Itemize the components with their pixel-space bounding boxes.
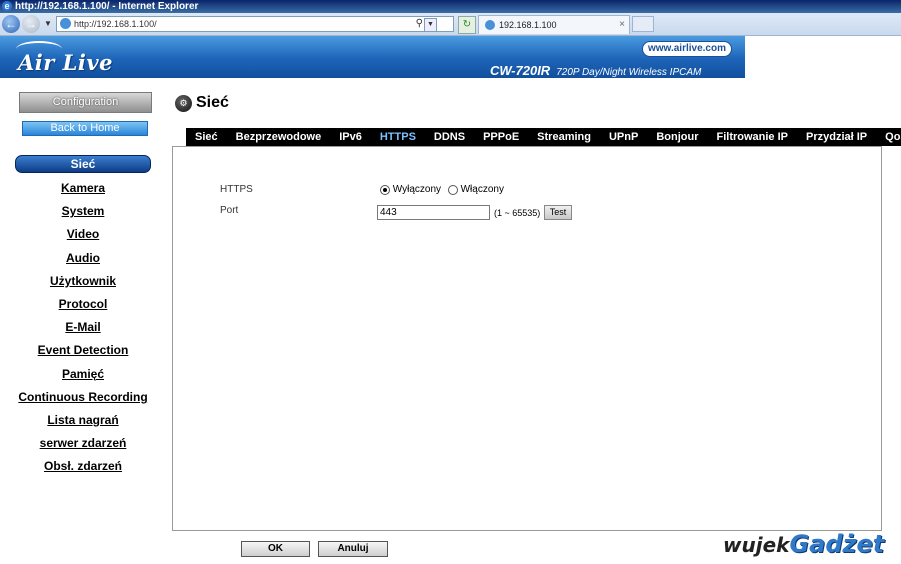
sidebar-item-pamiec[interactable]: Pamięć	[0, 363, 166, 386]
watermark-part2: Gadżet	[789, 530, 885, 558]
tab-ipv6[interactable]: IPv6	[330, 128, 371, 146]
sidebar-item-system[interactable]: System	[0, 200, 166, 223]
tab-filtrowanie-ip[interactable]: Filtrowanie IP	[707, 128, 797, 146]
https-disabled-radio[interactable]	[380, 184, 390, 195]
sidebar-item-event-detection[interactable]: Event Detection	[0, 339, 166, 362]
website-badge: www.airlive.com	[642, 41, 732, 57]
address-dropdown-icon[interactable]: ▼	[424, 18, 437, 32]
sidebar-item-uzytkownik[interactable]: Użytkownik	[0, 270, 166, 293]
search-icon[interactable]: ⚲	[416, 17, 423, 31]
watermark: wujekGadżet	[723, 530, 884, 558]
sidebar-item-obsl-zdarzen[interactable]: Obsł. zdarzeń	[0, 455, 166, 478]
tab-ddns[interactable]: DDNS	[425, 128, 474, 146]
browser-toolbar: ← → ▼ http://192.168.1.100/ ⚲ ▼ ↻ 192.16…	[0, 13, 901, 36]
refresh-icon[interactable]: ↻	[458, 16, 476, 34]
sidebar-menu: Sieć Kamera System Video Audio Użytkowni…	[0, 155, 166, 478]
https-disabled-label: Wyłączony	[392, 184, 442, 195]
https-radio-group: Wyłączony Włączony	[380, 184, 508, 195]
model-name: CW-720IR	[490, 63, 551, 78]
forward-arrow-icon[interactable]: →	[22, 15, 40, 33]
cancel-button[interactable]: Anuluj	[318, 541, 388, 557]
port-label: Port	[220, 205, 239, 216]
history-dropdown-icon[interactable]: ▼	[44, 19, 52, 28]
browser-tab[interactable]: 192.168.1.100 ×	[478, 15, 630, 34]
window-title-bar: e http://192.168.1.100/ - Internet Explor…	[0, 0, 901, 13]
sidebar-item-audio[interactable]: Audio	[0, 247, 166, 270]
https-enabled-label: Włączony	[460, 184, 504, 195]
new-tab-button[interactable]	[632, 16, 654, 32]
port-range-hint: (1 ~ 65535)	[494, 208, 541, 218]
back-arrow-icon[interactable]: ←	[2, 15, 20, 33]
address-bar[interactable]: http://192.168.1.100/ ⚲ ▼	[56, 16, 454, 32]
back-to-home-button[interactable]: Back to Home	[22, 121, 148, 136]
sidebar-item-siec[interactable]: Sieć	[15, 155, 151, 173]
page-globe-icon	[60, 18, 71, 29]
window-title: http://192.168.1.100/ - Internet Explore…	[15, 1, 199, 12]
https-settings-panel: HTTPS Wyłączony Włączony Port (1 ~ 65535…	[172, 146, 882, 531]
sidebar-item-email[interactable]: E-Mail	[0, 316, 166, 339]
sidebar-item-lista-nagran[interactable]: Lista nagrań	[0, 409, 166, 432]
internet-explorer-icon: e	[2, 1, 12, 11]
tab-bonjour[interactable]: Bonjour	[647, 128, 707, 146]
port-input[interactable]	[377, 205, 490, 220]
tab-title: 192.168.1.100	[499, 20, 557, 30]
tab-page-icon	[485, 20, 495, 30]
configuration-button[interactable]: Configuration	[19, 92, 152, 113]
sidebar-item-protocol[interactable]: Protocol	[0, 293, 166, 316]
test-button[interactable]: Test	[544, 205, 572, 220]
watermark-part1: wujek	[723, 533, 790, 557]
tab-upnp[interactable]: UPnP	[600, 128, 647, 146]
tab-pppoe[interactable]: PPPoE	[474, 128, 528, 146]
airlive-logo: Air Live	[18, 50, 113, 75]
close-tab-icon[interactable]: ×	[619, 16, 625, 34]
sidebar-item-video[interactable]: Video	[0, 223, 166, 246]
model-line: CW-720IR 720P Day/Night Wireless IPCAM	[490, 62, 701, 80]
sidebar-item-serwer-zdarzen[interactable]: serwer zdarzeń	[0, 432, 166, 455]
tab-siec[interactable]: Sieć	[186, 128, 227, 146]
https-label: HTTPS	[220, 184, 253, 195]
tab-https[interactable]: HTTPS	[371, 128, 425, 146]
tab-streaming[interactable]: Streaming	[528, 128, 600, 146]
network-icon: ⚙	[175, 94, 192, 112]
sidebar-item-continuous-recording[interactable]: Continuous Recording	[0, 386, 166, 409]
sidebar-item-kamera[interactable]: Kamera	[0, 177, 166, 200]
ok-button[interactable]: OK	[241, 541, 310, 557]
settings-tab-bar: Sieć Bezprzewodowe IPv6 HTTPS DDNS PPPoE…	[186, 128, 901, 146]
address-url: http://192.168.1.100/	[74, 19, 157, 29]
page-title-text: Sieć	[196, 94, 229, 111]
tab-przydzial-ip[interactable]: Przydział IP	[797, 128, 876, 146]
model-description: 720P Day/Night Wireless IPCAM	[556, 67, 702, 78]
https-enabled-radio[interactable]	[447, 184, 458, 195]
page-title: ⚙ Sieć	[175, 94, 229, 114]
tab-bezprzewodowe[interactable]: Bezprzewodowe	[227, 128, 331, 146]
tab-qos[interactable]: QoS	[876, 128, 901, 146]
product-banner: Air Live www.airlive.com CW-720IR 720P Da…	[0, 36, 745, 78]
